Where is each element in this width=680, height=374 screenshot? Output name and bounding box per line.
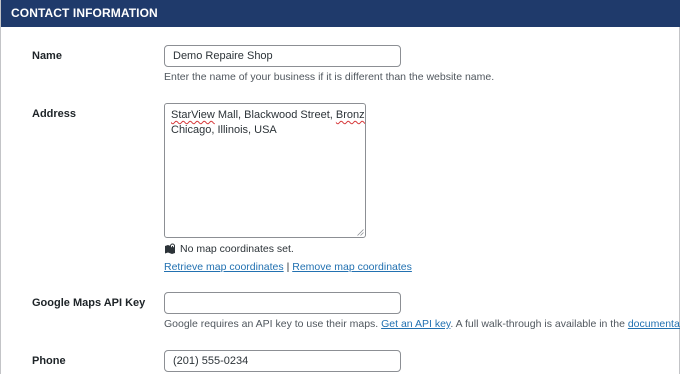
address-label: Address	[32, 108, 77, 120]
name-description: Enter the name of your business if it is…	[164, 71, 495, 83]
address-text: Chicago, Illinois, USA	[171, 124, 277, 136]
address-textarea[interactable]: StarView Mall, Blackwood Street, Bronzev…	[164, 103, 366, 238]
retrieve-map-coordinates-link[interactable]: Retrieve map coordinates	[164, 261, 284, 273]
address-line: StarView Mall, Blackwood Street, Bronzev…	[171, 108, 365, 123]
section-header: CONTACT INFORMATION	[1, 0, 680, 27]
resize-grip-icon[interactable]	[357, 229, 364, 236]
map-coordinate-links: Retrieve map coordinates | Remove map co…	[164, 261, 412, 273]
misspelled-word: StarView	[171, 109, 215, 121]
api-key-description: Google requires an API key to use their …	[164, 318, 680, 330]
map-status-text: No map coordinates set.	[180, 243, 294, 255]
map-coordinates-status: No map coordinates set.	[164, 243, 294, 255]
misspelled-word: Bronzeville	[335, 109, 365, 121]
api-key-input[interactable]	[164, 292, 401, 314]
phone-input[interactable]	[164, 350, 401, 372]
name-input[interactable]	[164, 45, 401, 67]
name-label: Name	[32, 50, 62, 62]
documentation-link[interactable]: documentation	[628, 318, 680, 330]
api-key-label: Google Maps API Key	[32, 297, 146, 309]
remove-map-coordinates-link[interactable]: Remove map coordinates	[292, 261, 412, 273]
api-key-description-prefix: Google requires an API key to use their …	[164, 318, 379, 330]
link-separator: |	[286, 261, 290, 273]
get-api-key-link[interactable]: Get an API key	[381, 318, 450, 330]
address-line: Chicago, Illinois, USA	[171, 123, 359, 138]
contact-information-panel: CONTACT INFORMATION Name Enter the name …	[0, 0, 680, 374]
map-icon	[165, 243, 175, 254]
api-key-description-middle: . A full walk-through is available in th…	[450, 318, 625, 330]
phone-label: Phone	[32, 355, 66, 367]
address-text: Mall, Blackwood Street,	[214, 109, 336, 121]
